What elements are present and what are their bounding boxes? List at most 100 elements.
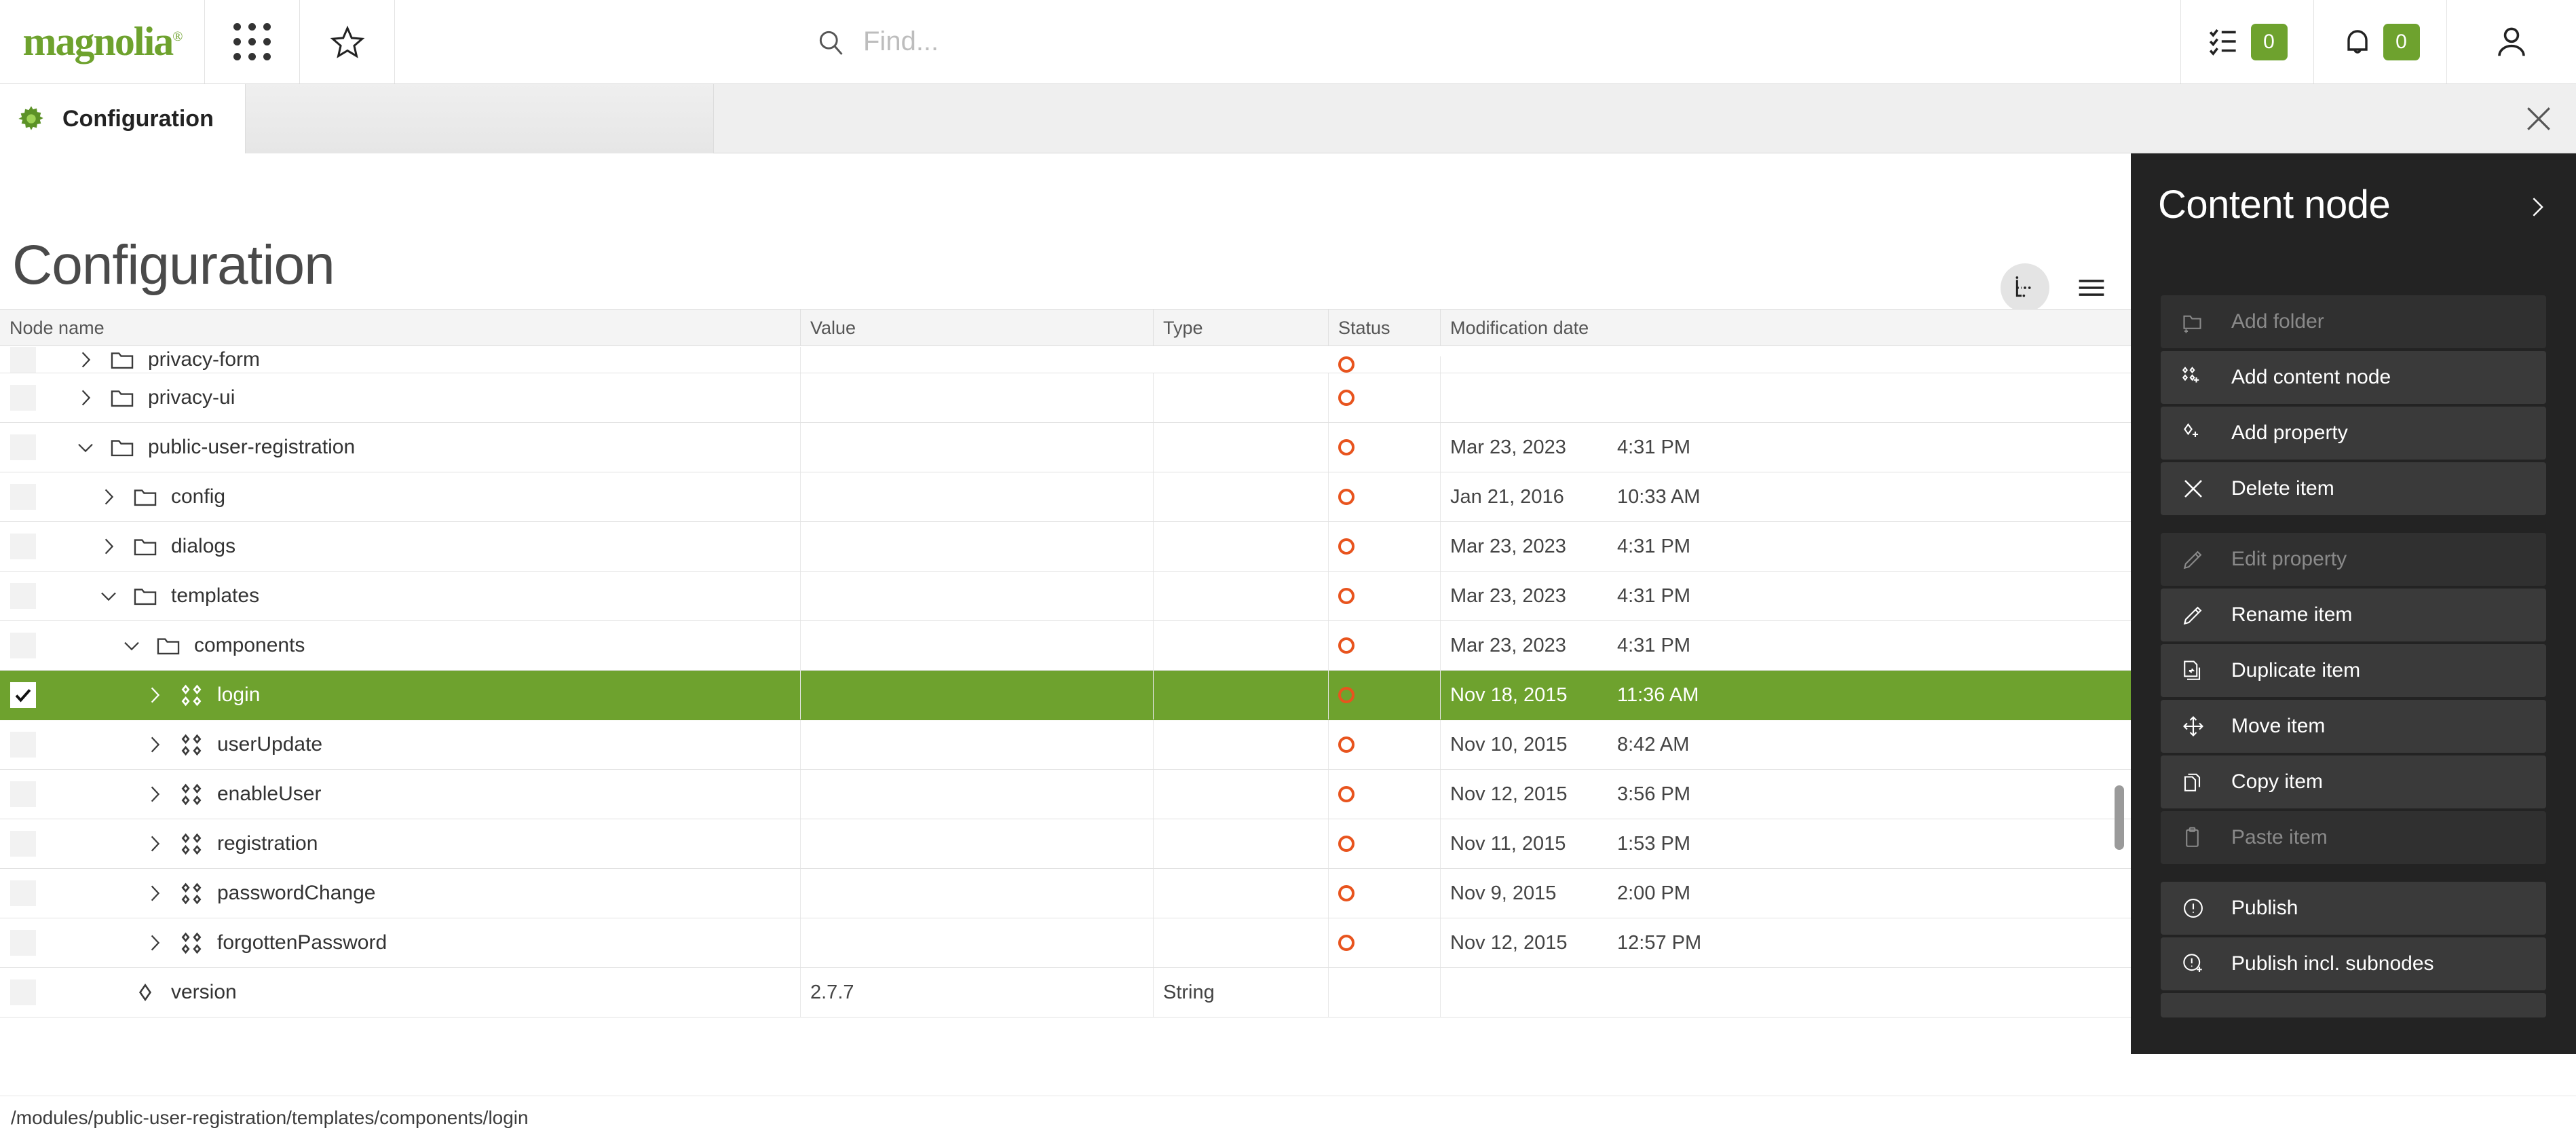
node-name-cell[interactable]: dialogs — [46, 522, 801, 571]
expand-toggle[interactable] — [98, 586, 119, 606]
row-checkbox[interactable] — [10, 732, 36, 758]
column-header-value[interactable]: Value — [801, 310, 1154, 347]
column-header-type[interactable]: Type — [1154, 310, 1329, 347]
node-name-cell[interactable]: components — [46, 621, 801, 670]
search-input[interactable]: Find... — [863, 26, 939, 57]
row-checkbox-cell[interactable] — [0, 968, 46, 1017]
action-add-content-node[interactable]: Add content node — [2161, 351, 2546, 404]
row-checkbox[interactable] — [10, 979, 36, 1005]
node-name-cell[interactable]: userUpdate — [46, 720, 801, 769]
column-header-node-name[interactable]: Node name — [0, 310, 801, 347]
row-checkbox[interactable] — [10, 781, 36, 807]
node-name-cell[interactable]: login — [46, 671, 801, 720]
row-checkbox-cell[interactable] — [0, 347, 46, 373]
table-row[interactable]: public-user-registration Mar 23, 2023 4:31… — [0, 423, 2131, 472]
node-name-cell[interactable]: registration — [46, 819, 801, 868]
expand-toggle[interactable] — [121, 635, 143, 656]
table-row[interactable]: templates Mar 23, 2023 4:31 PM — [0, 572, 2131, 621]
table-row[interactable]: userUpdate Nov 10, 2015 8:42 AM — [0, 720, 2131, 770]
row-checkbox-cell[interactable] — [0, 373, 46, 422]
row-checkbox-cell[interactable] — [0, 819, 46, 868]
expand-toggle[interactable] — [144, 933, 166, 953]
table-row[interactable]: dialogs Mar 23, 2023 4:31 PM — [0, 522, 2131, 572]
tab-configuration[interactable]: Configuration — [0, 84, 246, 153]
action-rename-item[interactable]: Rename item — [2161, 589, 2546, 641]
expand-toggle[interactable] — [98, 536, 119, 557]
row-checkbox-cell[interactable] — [0, 572, 46, 620]
table-row[interactable]: enableUser Nov 12, 2015 3:56 PM — [0, 770, 2131, 819]
table-row[interactable]: components Mar 23, 2023 4:31 PM — [0, 621, 2131, 671]
apps-launcher-button[interactable] — [205, 0, 300, 83]
node-name-cell[interactable]: privacy-ui — [46, 373, 801, 422]
row-checkbox[interactable] — [10, 880, 36, 906]
notifications-button[interactable]: 0 — [2314, 0, 2447, 83]
expand-toggle[interactable] — [75, 437, 96, 458]
action-duplicate-item[interactable]: Duplicate item — [2161, 644, 2546, 697]
tasks-button[interactable]: 0 — [2181, 0, 2314, 83]
user-menu-button[interactable] — [2447, 0, 2576, 83]
table-scrollbar[interactable] — [2112, 348, 2127, 1094]
node-name-cell[interactable]: public-user-registration — [46, 423, 801, 472]
node-name-cell[interactable]: passwordChange — [46, 869, 801, 918]
row-checkbox[interactable] — [10, 831, 36, 857]
row-checkbox-cell[interactable] — [0, 522, 46, 571]
table-row[interactable]: login Nov 18, 2015 11:36 AM — [0, 671, 2131, 720]
column-header-status[interactable]: Status — [1329, 310, 1441, 347]
table-row[interactable]: passwordChange Nov 9, 2015 2:00 PM — [0, 869, 2131, 918]
tree-view-toggle[interactable] — [2001, 263, 2049, 312]
row-checkbox-cell[interactable] — [0, 770, 46, 819]
table-row[interactable]: config Jan 21, 2016 10:33 AM — [0, 472, 2131, 522]
column-header-moddate[interactable]: Modification date — [1441, 310, 2131, 347]
row-checkbox-cell[interactable] — [0, 621, 46, 670]
action-partially-visible[interactable] — [2161, 993, 2546, 1017]
action-publish-incl-subnodes[interactable]: Publish incl. subnodes — [2161, 937, 2546, 990]
row-checkbox[interactable] — [10, 583, 36, 609]
expand-toggle[interactable] — [144, 834, 166, 854]
magnolia-logo[interactable]: magnolia® — [0, 0, 205, 83]
row-checkbox[interactable] — [10, 484, 36, 510]
row-checkbox-cell[interactable] — [0, 472, 46, 521]
expand-toggle[interactable] — [144, 883, 166, 903]
table-row[interactable]: registration Nov 11, 2015 1:53 PM — [0, 819, 2131, 869]
node-name-cell[interactable]: config — [46, 472, 801, 521]
table-body: privacy-form privacy-ui public-user-regist… — [0, 346, 2131, 1017]
row-checkbox-cell[interactable] — [0, 671, 46, 720]
row-checkbox[interactable] — [10, 930, 36, 956]
action-move-item[interactable]: Move item — [2161, 700, 2546, 753]
search-bar[interactable]: Find... — [395, 0, 2181, 83]
list-view-toggle[interactable] — [2067, 263, 2116, 312]
row-checkbox[interactable] — [10, 434, 36, 460]
scrollbar-thumb[interactable] — [2115, 785, 2124, 850]
row-checkbox-cell[interactable] — [0, 918, 46, 967]
collapse-panel-button[interactable] — [2526, 195, 2549, 219]
node-name-cell[interactable]: templates — [46, 572, 801, 620]
favorites-button[interactable] — [300, 0, 395, 83]
row-checkbox[interactable] — [10, 385, 36, 411]
node-name-cell[interactable]: version — [46, 968, 801, 1017]
action-delete-item[interactable]: Delete item — [2161, 462, 2546, 515]
row-checkbox-cell[interactable] — [0, 869, 46, 918]
expand-toggle[interactable] — [75, 388, 96, 408]
node-name-cell[interactable]: privacy-form — [46, 347, 801, 373]
expand-toggle[interactable] — [144, 784, 166, 804]
row-checkbox[interactable] — [10, 682, 36, 708]
expand-toggle[interactable] — [75, 350, 96, 370]
expand-toggle[interactable] — [144, 685, 166, 705]
row-checkbox[interactable] — [10, 534, 36, 559]
expand-toggle[interactable] — [144, 734, 166, 755]
row-checkbox[interactable] — [10, 633, 36, 658]
row-checkbox-cell[interactable] — [0, 720, 46, 769]
row-checkbox-cell[interactable] — [0, 423, 46, 472]
node-name-cell[interactable]: enableUser — [46, 770, 801, 819]
table-row[interactable]: privacy-ui — [0, 373, 2131, 423]
node-name-cell[interactable]: forgottenPassword — [46, 918, 801, 967]
table-row[interactable]: version 2.7.7 String — [0, 968, 2131, 1017]
action-publish[interactable]: Publish — [2161, 882, 2546, 935]
expand-toggle[interactable] — [98, 487, 119, 507]
action-copy-item[interactable]: Copy item — [2161, 755, 2546, 808]
row-checkbox[interactable] — [10, 347, 36, 373]
close-tab-button[interactable] — [2501, 84, 2576, 153]
table-row[interactable]: privacy-form — [0, 346, 2131, 373]
action-add-property[interactable]: Add property — [2161, 407, 2546, 460]
table-row[interactable]: forgottenPassword Nov 12, 2015 12:57 PM — [0, 918, 2131, 968]
